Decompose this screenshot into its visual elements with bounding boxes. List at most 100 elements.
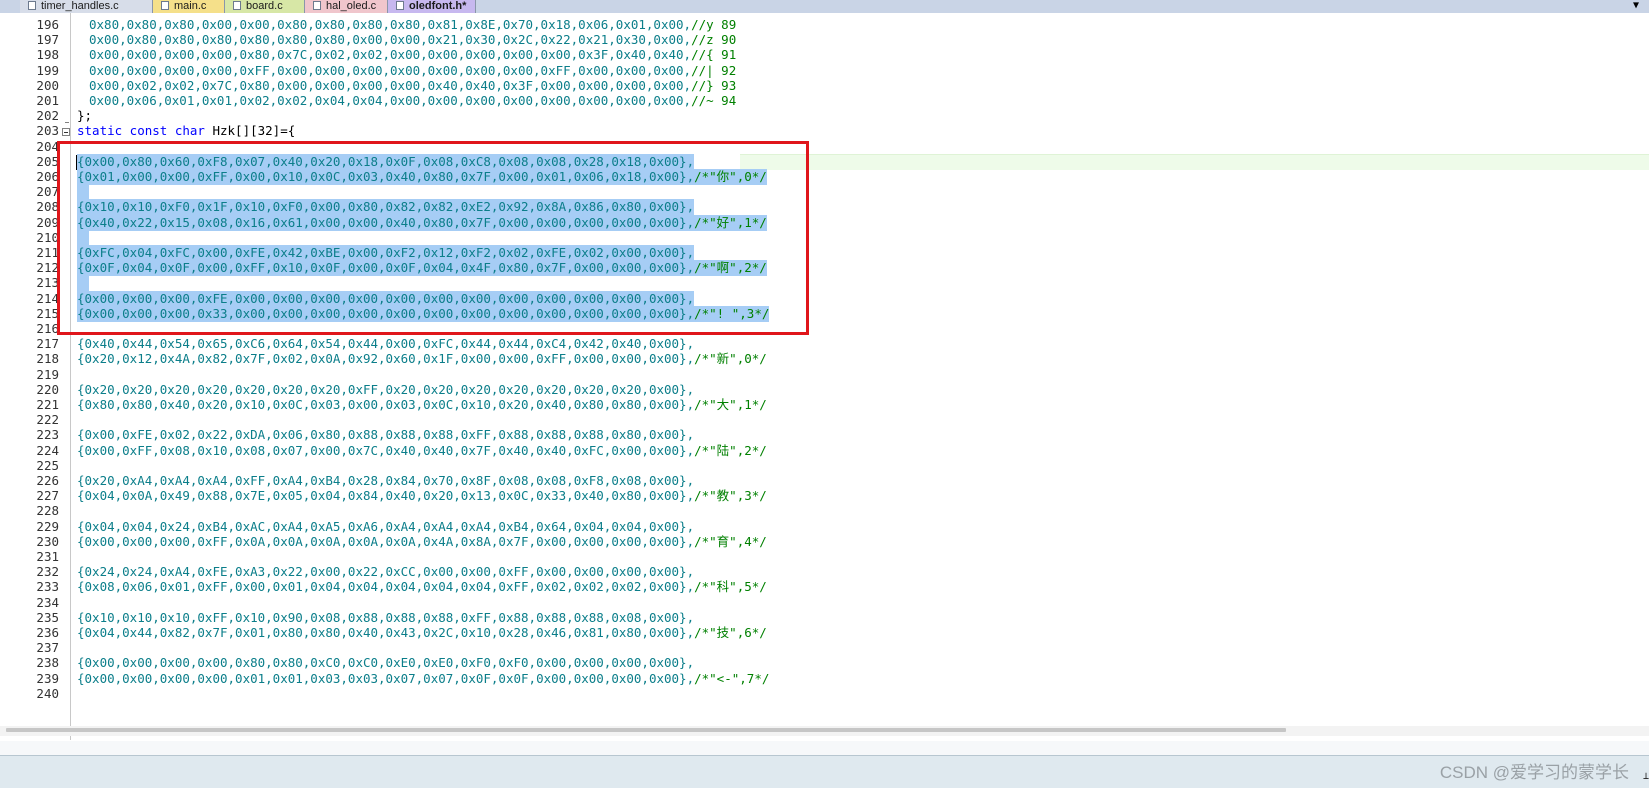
code-line[interactable]: 203 static const char Hzk[][32]={ <box>0 123 1649 139</box>
code-line[interactable]: 199 0x00,0x00,0x00,0x00,0xFF,0x00,0x00,0x… <box>0 63 1649 79</box>
code-line[interactable]: 238 {0x00,0x00,0x00,0x00,0x80,0x80,0xC0,0… <box>0 655 1649 671</box>
horizontal-scrollbar[interactable] <box>0 726 1649 736</box>
line-number: 197 <box>36 32 59 48</box>
line-number: 217 <box>36 336 59 352</box>
tab-hal-oled-c[interactable]: hal_oled.c <box>305 0 388 13</box>
code-text: {0x00,0xFF,0x08,0x10,0x08,0x07,0x00,0x7C… <box>77 442 695 458</box>
line-code: {0x20,0xA4,0xA4,0xA4,0xFF,0xA4,0xB4,0x28… <box>77 473 694 489</box>
line-number: 208 <box>36 199 59 215</box>
code-line[interactable]: 220 {0x20,0x20,0x20,0x20,0x20,0x20,0x20,0… <box>0 382 1649 398</box>
code-line[interactable]: 239 {0x00,0x00,0x00,0x00,0x01,0x01,0x03,0… <box>0 671 1649 687</box>
line-comment: //{ 91 <box>691 47 737 63</box>
file-icon <box>233 1 241 10</box>
fold-end-marker <box>65 122 69 123</box>
line-code: {0x04,0x0A,0x49,0x88,0x7E,0x05,0x04,0x84… <box>77 488 767 504</box>
code-line[interactable]: 236 {0x04,0x44,0x82,0x7F,0x01,0x80,0x80,0… <box>0 625 1649 641</box>
code-line[interactable]: 234 <box>0 595 1649 611</box>
code-text: {0x10,0x10,0x10,0xFF,0x10,0x90,0x08,0x88… <box>77 609 695 625</box>
line-number: 209 <box>36 214 59 230</box>
line-number: 219 <box>36 366 59 382</box>
tab-label: main.c <box>174 0 207 12</box>
file-icon <box>161 1 169 10</box>
code-line[interactable]: 231 <box>0 549 1649 565</box>
line-number: 213 <box>36 275 59 291</box>
tab-label: hal_oled.c <box>326 0 377 12</box>
tab-timer-handles-c[interactable]: timer_handles.c <box>20 0 153 13</box>
code-text: {0x80,0x80,0x40,0x20,0x10,0x0C,0x03,0x00… <box>77 397 695 412</box>
line-comment: /*"陆",2*/ <box>694 442 767 458</box>
tab-oledfont-h[interactable]: oledfont.h* <box>388 0 476 13</box>
keyword-text: static const char <box>77 123 205 139</box>
line-number: 227 <box>36 488 59 504</box>
code-text: {0x40,0x44,0x54,0x65,0xC6,0x64,0x54,0x44… <box>77 336 695 352</box>
line-number: 201 <box>36 93 59 108</box>
line-number: 211 <box>36 245 59 260</box>
code-line[interactable]: 222 <box>0 412 1649 428</box>
resize-grip-icon[interactable]: ⊥ <box>1643 771 1649 782</box>
line-comment: //y 89 <box>691 17 737 32</box>
tab-bar: oledfont.h* hal_oled.c board.c main.c timer_… <box>0 0 1649 13</box>
code-text: {0x08,0x06,0x01,0xFF,0x00,0x01,0x04,0x04… <box>77 579 695 595</box>
code-line[interactable]: 228 <box>0 503 1649 519</box>
code-line[interactable]: 226 {0x20,0xA4,0xA4,0xA4,0xFF,0xA4,0xB4,0… <box>0 473 1649 489</box>
code-line[interactable]: 227 {0x04,0x0A,0x49,0x88,0x7E,0x05,0x04,0… <box>0 488 1649 504</box>
highlight-annotation-box <box>57 141 809 335</box>
code-line[interactable]: 230 {0x00,0x00,0x00,0xFF,0x0A,0x0A,0x0A,0… <box>0 534 1649 550</box>
code-line[interactable]: 202}; <box>0 108 1649 124</box>
code-text: }; <box>77 108 93 124</box>
line-code: {0x04,0x04,0x24,0xB4,0xAC,0xA4,0xA5,0xA6… <box>77 519 694 535</box>
tab-main-c[interactable]: main.c <box>153 0 225 13</box>
code-line[interactable]: 232 {0x24,0x24,0xA4,0xFE,0xA3,0x22,0x00,0… <box>0 564 1649 580</box>
code-text: {0x20,0x12,0x4A,0x82,0x7F,0x02,0x0A,0x92… <box>77 351 695 367</box>
line-code: {0x00,0xFF,0x08,0x10,0x08,0x07,0x00,0x7C… <box>77 443 767 459</box>
line-number: 200 <box>36 77 59 93</box>
code-line[interactable]: 237 <box>0 640 1649 656</box>
csdn-watermark: CSDN @爱学习的蒙学长 <box>1439 763 1629 782</box>
line-comment: /*"教",3*/ <box>694 488 767 504</box>
line-number: 210 <box>36 229 59 245</box>
code-text: {0x04,0x44,0x82,0x7F,0x01,0x80,0x80,0x40… <box>77 625 695 640</box>
code-line[interactable]: 225 <box>0 458 1649 474</box>
tab-board-c[interactable]: board.c <box>225 0 305 13</box>
line-number: 216 <box>36 321 59 336</box>
code-text: {0x00,0xFE,0x02,0x22,0xDA,0x06,0x80,0x88… <box>77 427 695 443</box>
code-line[interactable]: 200 0x00,0x02,0x02,0x7C,0x80,0x00,0x00,0x… <box>0 78 1649 94</box>
code-line[interactable]: 217 {0x40,0x44,0x54,0x65,0xC6,0x64,0x54,0… <box>0 336 1649 352</box>
line-number: 206 <box>36 169 59 184</box>
line-code: {0x20,0x20,0x20,0x20,0x20,0x20,0x20,0xFF… <box>77 382 694 398</box>
tab-list-dropdown-icon[interactable]: ▼ <box>1633 0 1639 12</box>
fold-collapse-icon[interactable] <box>62 128 70 136</box>
code-line[interactable]: 201 0x00,0x06,0x01,0x01,0x02,0x02,0x04,0x… <box>0 93 1649 109</box>
line-number: 232 <box>36 564 59 580</box>
code-text: 0x00,0x06,0x01,0x01,0x02,0x02,0x04,0x04,… <box>89 93 692 108</box>
code-line[interactable]: 240 <box>0 686 1649 702</box>
code-text: 0x00,0x02,0x02,0x7C,0x80,0x00,0x00,0x00,… <box>89 77 692 93</box>
code-line[interactable]: 218 {0x20,0x12,0x4A,0x82,0x7F,0x02,0x0A,0… <box>0 351 1649 367</box>
code-editor[interactable]: 196 0x80,0x80,0x80,0x00,0x00,0x80,0x80,0x… <box>0 13 1649 741</box>
code-line[interactable]: 221 {0x80,0x80,0x40,0x20,0x10,0x0C,0x03,0… <box>0 397 1649 413</box>
scrollbar-thumb[interactable] <box>6 728 1286 732</box>
line-number: 237 <box>36 640 59 656</box>
line-number: 228 <box>36 503 59 519</box>
code-line[interactable]: 197 0x00,0x80,0x80,0x80,0x80,0x80,0x80,0x… <box>0 32 1649 48</box>
line-code: {0x04,0x44,0x82,0x7F,0x01,0x80,0x80,0x40… <box>77 625 767 641</box>
line-comment: /*"科",5*/ <box>694 579 767 595</box>
code-text: {0x00,0x00,0x00,0xFF,0x0A,0x0A,0x0A,0x0A… <box>77 533 695 549</box>
line-number: 203 <box>36 123 59 139</box>
code-line[interactable]: 224 {0x00,0xFF,0x08,0x10,0x08,0x07,0x00,0… <box>0 443 1649 459</box>
code-line[interactable]: 229 {0x04,0x04,0x24,0xB4,0xAC,0xA4,0xA5,0… <box>0 519 1649 535</box>
code-text: 0x80,0x80,0x80,0x00,0x00,0x80,0x80,0x80,… <box>89 17 692 32</box>
line-code: {0x00,0xFE,0x02,0x22,0xDA,0x06,0x80,0x88… <box>77 427 694 443</box>
code-line[interactable]: 223 {0x00,0xFE,0x02,0x22,0xDA,0x06,0x80,0… <box>0 427 1649 443</box>
code-text: {0x20,0x20,0x20,0x20,0x20,0x20,0x20,0xFF… <box>77 381 695 397</box>
line-code: {0x80,0x80,0x40,0x20,0x10,0x0C,0x03,0x00… <box>77 397 767 413</box>
code-line[interactable]: 196 0x80,0x80,0x80,0x00,0x00,0x80,0x80,0x… <box>0 17 1649 33</box>
code-line[interactable]: 233 {0x08,0x06,0x01,0xFF,0x00,0x01,0x04,0… <box>0 579 1649 595</box>
line-number: 238 <box>36 655 59 671</box>
code-line[interactable]: 198 0x00,0x00,0x00,0x00,0x80,0x7C,0x02,0x… <box>0 47 1649 63</box>
line-comment: //| 92 <box>691 62 737 78</box>
code-line[interactable]: 219 <box>0 367 1649 383</box>
line-comment: /*"新",0*/ <box>694 351 767 367</box>
code-line[interactable]: 235 {0x10,0x10,0x10,0xFF,0x10,0x90,0x08,0… <box>0 610 1649 626</box>
line-code: {0x20,0x12,0x4A,0x82,0x7F,0x02,0x0A,0x92… <box>77 351 767 367</box>
